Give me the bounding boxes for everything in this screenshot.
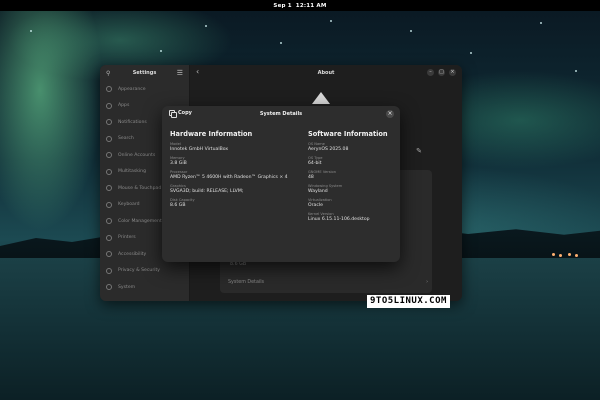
sidebar-item-label: Printers (118, 235, 136, 241)
top-bar: Sep 1 12:11 AM (0, 0, 600, 11)
search-icon (106, 135, 112, 142)
multitasking-icon (106, 168, 112, 175)
dialog-header: Copy System Details × (162, 106, 400, 122)
hw-graphics: Graphics SVGA3D; build: RELEASE; LLVM; (170, 184, 280, 198)
star (410, 30, 412, 32)
sw-os-type: OS Type 64-bit (308, 156, 418, 170)
sidebar-item-label: Privacy & Security (118, 268, 160, 274)
color-icon (106, 218, 112, 225)
sw-windowing-system: Windowing System Wayland (308, 184, 418, 198)
system-details-dialog: Copy System Details × Hardware Informati… (162, 106, 400, 262)
star (280, 42, 282, 44)
sidebar-item-label: Accessibility (118, 251, 147, 257)
printer-icon (106, 234, 112, 241)
window-controls: – □ × (427, 69, 456, 76)
software-heading: Software Information (308, 130, 388, 138)
star (205, 25, 207, 27)
field-value: 64-bit (308, 160, 322, 166)
accessibility-icon (106, 251, 112, 258)
sidebar-item-label: Keyboard (118, 202, 140, 208)
sidebar-item-appearance[interactable]: Appearance (100, 81, 189, 98)
system-icon (106, 284, 112, 291)
software-section: Software Information OS Name AerynOS 2025… (308, 130, 418, 226)
system-details-row[interactable]: System Details › (228, 280, 428, 285)
hw-disk-capacity: Disk Capacity 8.6 GB (170, 198, 280, 212)
page-title: About (317, 70, 335, 76)
sidebar-item-label: Appearance (118, 86, 146, 92)
clock-time: 12:11 AM (295, 2, 327, 9)
star (330, 20, 332, 22)
sidebar-item-privacy-security[interactable]: Privacy & Security (100, 263, 189, 280)
star (540, 22, 542, 24)
palette-icon (106, 86, 112, 93)
hw-model: Model Innotek GmbH VirtualBox (170, 142, 280, 156)
field-value: SVGA3D; build: RELEASE; LLVM; (170, 188, 244, 194)
maximize-button[interactable]: □ (438, 69, 445, 76)
dialog-title: System Details (259, 111, 303, 117)
minimize-button[interactable]: – (427, 69, 434, 76)
field-value: Wayland (308, 188, 328, 194)
field-value: Linux 6.15.11-106.desktop (308, 216, 370, 222)
keyboard-icon (106, 201, 112, 208)
star (30, 30, 32, 32)
hw-processor: Processor AMD Ryzen™ 5 4600H with Radeon™… (170, 170, 288, 184)
site-watermark: 9TO5LINUX.COM (367, 295, 450, 308)
sidebar-header: ⚲ Settings ☰ (100, 65, 189, 81)
sidebar-item-label: Online Accounts (118, 152, 156, 158)
disk-capacity-value: 8.6 GB (230, 262, 247, 267)
shore-lights (550, 252, 580, 258)
hardware-section: Hardware Information Model Innotek GmbH V… (170, 130, 288, 212)
sidebar-item-label: Search (118, 136, 134, 142)
sw-kernel-version: Kernel Version Linux 6.15.11-106.desktop (308, 212, 418, 226)
clock-date: Sep 1 (273, 2, 292, 9)
system-details-label: System Details (228, 280, 265, 285)
mouse-icon (106, 185, 112, 192)
sw-gnome-version: GNOME Version 48 (308, 170, 418, 184)
field-value: 3.8 GiB (170, 160, 187, 166)
sidebar-item-label: System (118, 284, 136, 290)
chevron-right-icon: › (426, 280, 428, 285)
sidebar-title: Settings (132, 70, 157, 76)
sidebar-item-label: Notifications (118, 119, 147, 125)
star (575, 70, 577, 72)
clock[interactable]: Sep 1 12:11 AM (273, 3, 326, 9)
field-value: AMD Ryzen™ 5 4600H with Radeon™ Graphics… (170, 174, 288, 180)
sidebar-item-label: Multitasking (118, 169, 147, 175)
apps-icon (106, 102, 112, 109)
close-dialog-button[interactable]: × (386, 110, 394, 118)
star (470, 52, 472, 54)
hamburger-icon[interactable]: ☰ (177, 69, 183, 77)
hw-memory: Memory 3.8 GiB (170, 156, 280, 170)
field-value: 8.6 GB (170, 202, 186, 208)
bell-icon (106, 119, 112, 126)
sidebar-item-label: Mouse & Touchpad (118, 185, 162, 191)
sidebar-item-label: Apps (118, 103, 130, 109)
field-value: Innotek GmbH VirtualBox (170, 146, 229, 152)
star (160, 50, 162, 52)
sidebar-item-system[interactable]: System (100, 279, 189, 296)
sidebar-item-label: Color Management (118, 218, 162, 224)
shield-icon (106, 267, 112, 274)
field-value: Oracle (308, 202, 323, 208)
field-value: 48 (308, 174, 314, 180)
sw-os-name: OS Name AerynOS 2025.08 (308, 142, 418, 156)
close-button[interactable]: × (449, 69, 456, 76)
sw-virtualization: Virtualization Oracle (308, 198, 418, 212)
cloud-icon (106, 152, 112, 159)
hardware-heading: Hardware Information (170, 130, 253, 138)
about-header: ‹ About – □ × (190, 65, 462, 81)
distro-logo (312, 92, 330, 104)
field-value: AerynOS 2025.08 (308, 146, 349, 152)
